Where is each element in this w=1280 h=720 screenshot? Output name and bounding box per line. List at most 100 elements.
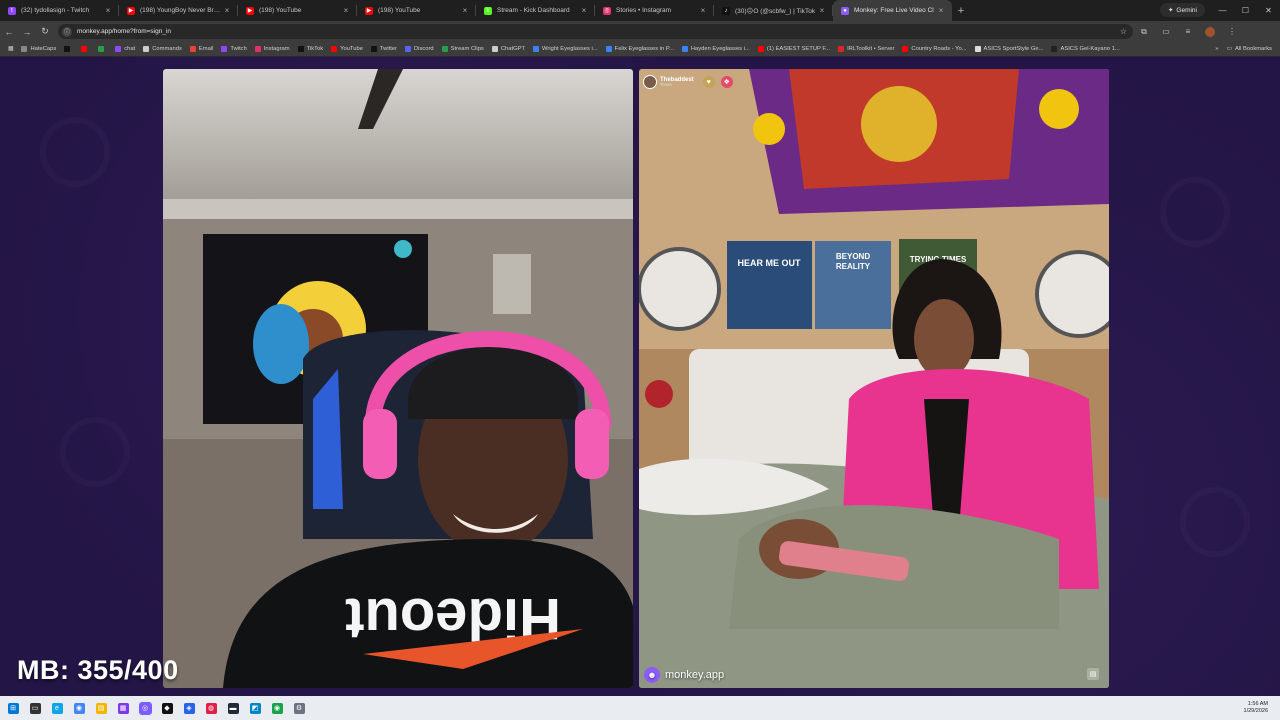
gift-icon[interactable]: ❖ [720,76,733,88]
bookmark-item[interactable] [60,46,77,52]
app4-icon[interactable]: ◍ [200,696,222,720]
reload-icon[interactable]: ↻ [36,23,54,41]
bookmark-item[interactable]: Discord [401,46,438,52]
bookmark-label: (1) EASIEST SETUP F... [766,46,831,52]
tab-close-icon[interactable]: × [222,6,232,15]
gemini-button[interactable]: ✦ Gemini [1159,3,1205,17]
tab-favicon-icon: ▶ [365,6,373,15]
cast-icon[interactable]: ▭ [1155,27,1177,36]
chrome2-icon[interactable]: ◉ [266,696,288,720]
new-tab-button[interactable]: + [952,0,970,21]
bookmark-item[interactable]: Felix Eyeglasses in P... [602,46,678,52]
browser-tab[interactable]: ▶ (198) YoungBoy Never Broke A × [119,0,238,21]
tab-close-icon[interactable]: × [460,6,470,15]
taskview-icon[interactable]: ▭ [24,696,46,720]
bookmark-item[interactable]: HateCaps [17,46,60,52]
bookmark-favicon-icon [21,46,28,52]
partner-avatar[interactable] [643,75,657,89]
more-menu-icon[interactable]: ⋮ [1221,27,1243,36]
close-window-icon[interactable]: ✕ [1257,0,1280,21]
bookmark-item[interactable]: ASICS SportStyle Ge... [971,46,1048,52]
partner-location: Texas [660,81,672,87]
address-text: monkey.app/home?from=sign_in [77,28,172,35]
explorer-icon[interactable]: ▤ [90,696,112,720]
profile-avatar[interactable] [1205,26,1215,37]
browser-tab[interactable]: ● Monkey: Free Live Video Cl × [833,0,952,21]
heart-icon[interactable]: ♥ [702,76,715,88]
bookmark-item[interactable]: chat [111,46,139,52]
bookmark-item[interactable]: Country Roads - Yo... [898,46,970,52]
forward-icon[interactable]: → [18,23,36,41]
bookmark-item[interactable] [94,46,111,52]
terminal-icon[interactable]: ▬ [222,696,244,720]
system-clock[interactable]: 1:56 AM 1/29/2026 [1244,701,1268,715]
app-icon[interactable]: ▦ [112,696,134,720]
bookmark-item[interactable]: Wright Eyeglasses i... [529,46,602,52]
extensions-icon[interactable]: ⧉ [1133,27,1155,37]
address-bar[interactable]: ⓘ monkey.app/home?from=sign_in ☆ [58,24,1133,39]
tab-close-icon[interactable]: × [579,6,589,15]
profile-menu-icon[interactable]: ≡ [1177,27,1199,36]
bookmark-label: ChatGPT [500,46,526,52]
browser-tab-strip: t (32) tydollasign - Twitch × ▶ (198) YoungB… [0,0,1280,21]
tab-favicon-icon: k [484,6,492,15]
tab-close-icon[interactable]: × [936,6,946,15]
bookmark-favicon-icon [974,46,981,52]
bookmark-item[interactable]: Instagram [251,46,294,52]
bookmark-item[interactable]: IRLToolkit • Server [834,46,898,52]
all-bookmarks-button[interactable]: » ▭ All Bookmarks [1215,46,1280,52]
tab-close-icon[interactable]: × [817,6,827,15]
bookmark-label: Country Roads - Yo... [911,46,967,52]
tab-close-icon[interactable]: × [341,6,351,15]
bg-pattern [1160,177,1230,247]
bookmark-star-icon[interactable]: ☆ [1120,27,1127,36]
browser-tab[interactable]: t (32) tydollasign - Twitch × [0,0,119,21]
bookmark-item[interactable]: Twitch [217,46,250,52]
bookmark-item[interactable] [77,46,94,52]
bookmark-item[interactable]: ChatGPT [488,46,529,52]
tab-close-icon[interactable]: × [103,6,113,15]
self-video-image: Hideout [163,69,633,688]
browser-tab[interactable]: ♪ (30)☹O (@scbfw_) | TikTok × [714,0,833,21]
browser-tab[interactable]: ▶ (198) YouTube × [238,0,357,21]
bookmark-item[interactable]: YouTube [327,46,367,52]
bookmark-item[interactable]: Email [186,46,218,52]
app5-icon[interactable]: ◩ [244,696,266,720]
bookmark-item[interactable]: TikTok [294,46,328,52]
browser-tab[interactable]: ▶ (198) YouTube × [357,0,476,21]
bookmark-item[interactable]: Hayden Eyeglasses i... [678,46,754,52]
taskbar-glyph: ▦ [117,702,129,714]
tab-favicon-icon: ◎ [603,6,611,15]
bookmark-label: Stream Clips [450,46,484,52]
bookmark-favicon-icon [441,46,448,52]
start-icon[interactable]: ⊞ [2,696,24,720]
edge-icon[interactable]: e [46,696,68,720]
minimize-icon[interactable]: — [1211,0,1234,21]
bookmark-item[interactable]: Stream Clips [438,46,488,52]
bookmark-favicon-icon [297,46,304,52]
tab-close-icon[interactable]: × [698,6,708,15]
chrome-icon[interactable]: ◉ [68,696,90,720]
settings-icon[interactable]: ⚙ [288,696,310,720]
screen: t (32) tydollasign - Twitch × ▶ (198) YoungB… [0,0,1280,720]
browser-tab[interactable]: k Stream - Kick Dashboard × [476,0,595,21]
back-icon[interactable]: ← [0,23,18,41]
partner-user-pill[interactable]: Thebaddest Texas ♥ ❖ [643,72,733,92]
obs-icon[interactable]: ◎ [134,696,156,720]
apps-icon[interactable]: ▦ [4,46,17,52]
maximize-icon[interactable]: ☐ [1234,0,1257,21]
app2-icon[interactable]: ◆ [156,696,178,720]
browser-tab[interactable]: ◎ Stories • Instagram × [595,0,714,21]
bookmark-label: Wright Eyeglasses i... [542,46,598,52]
bookmark-label: Twitch [230,46,247,52]
bookmark-label: Hayden Eyeglasses i... [690,46,750,52]
bookmark-label: IRLToolkit • Server [847,46,895,52]
bookmark-item[interactable]: Twitter [367,46,401,52]
bookmark-item[interactable]: Commands [139,46,186,52]
bookmark-item[interactable]: ASICS Gel-Kayano 1... [1047,46,1123,52]
tab-title: (198) YouTube [259,7,302,14]
chat-icon[interactable]: ▤ [1087,668,1099,680]
app3-icon[interactable]: ◈ [178,696,200,720]
bookmark-item[interactable]: (1) EASIEST SETUP F... [754,46,834,52]
site-info-icon[interactable]: ⓘ [62,26,72,37]
